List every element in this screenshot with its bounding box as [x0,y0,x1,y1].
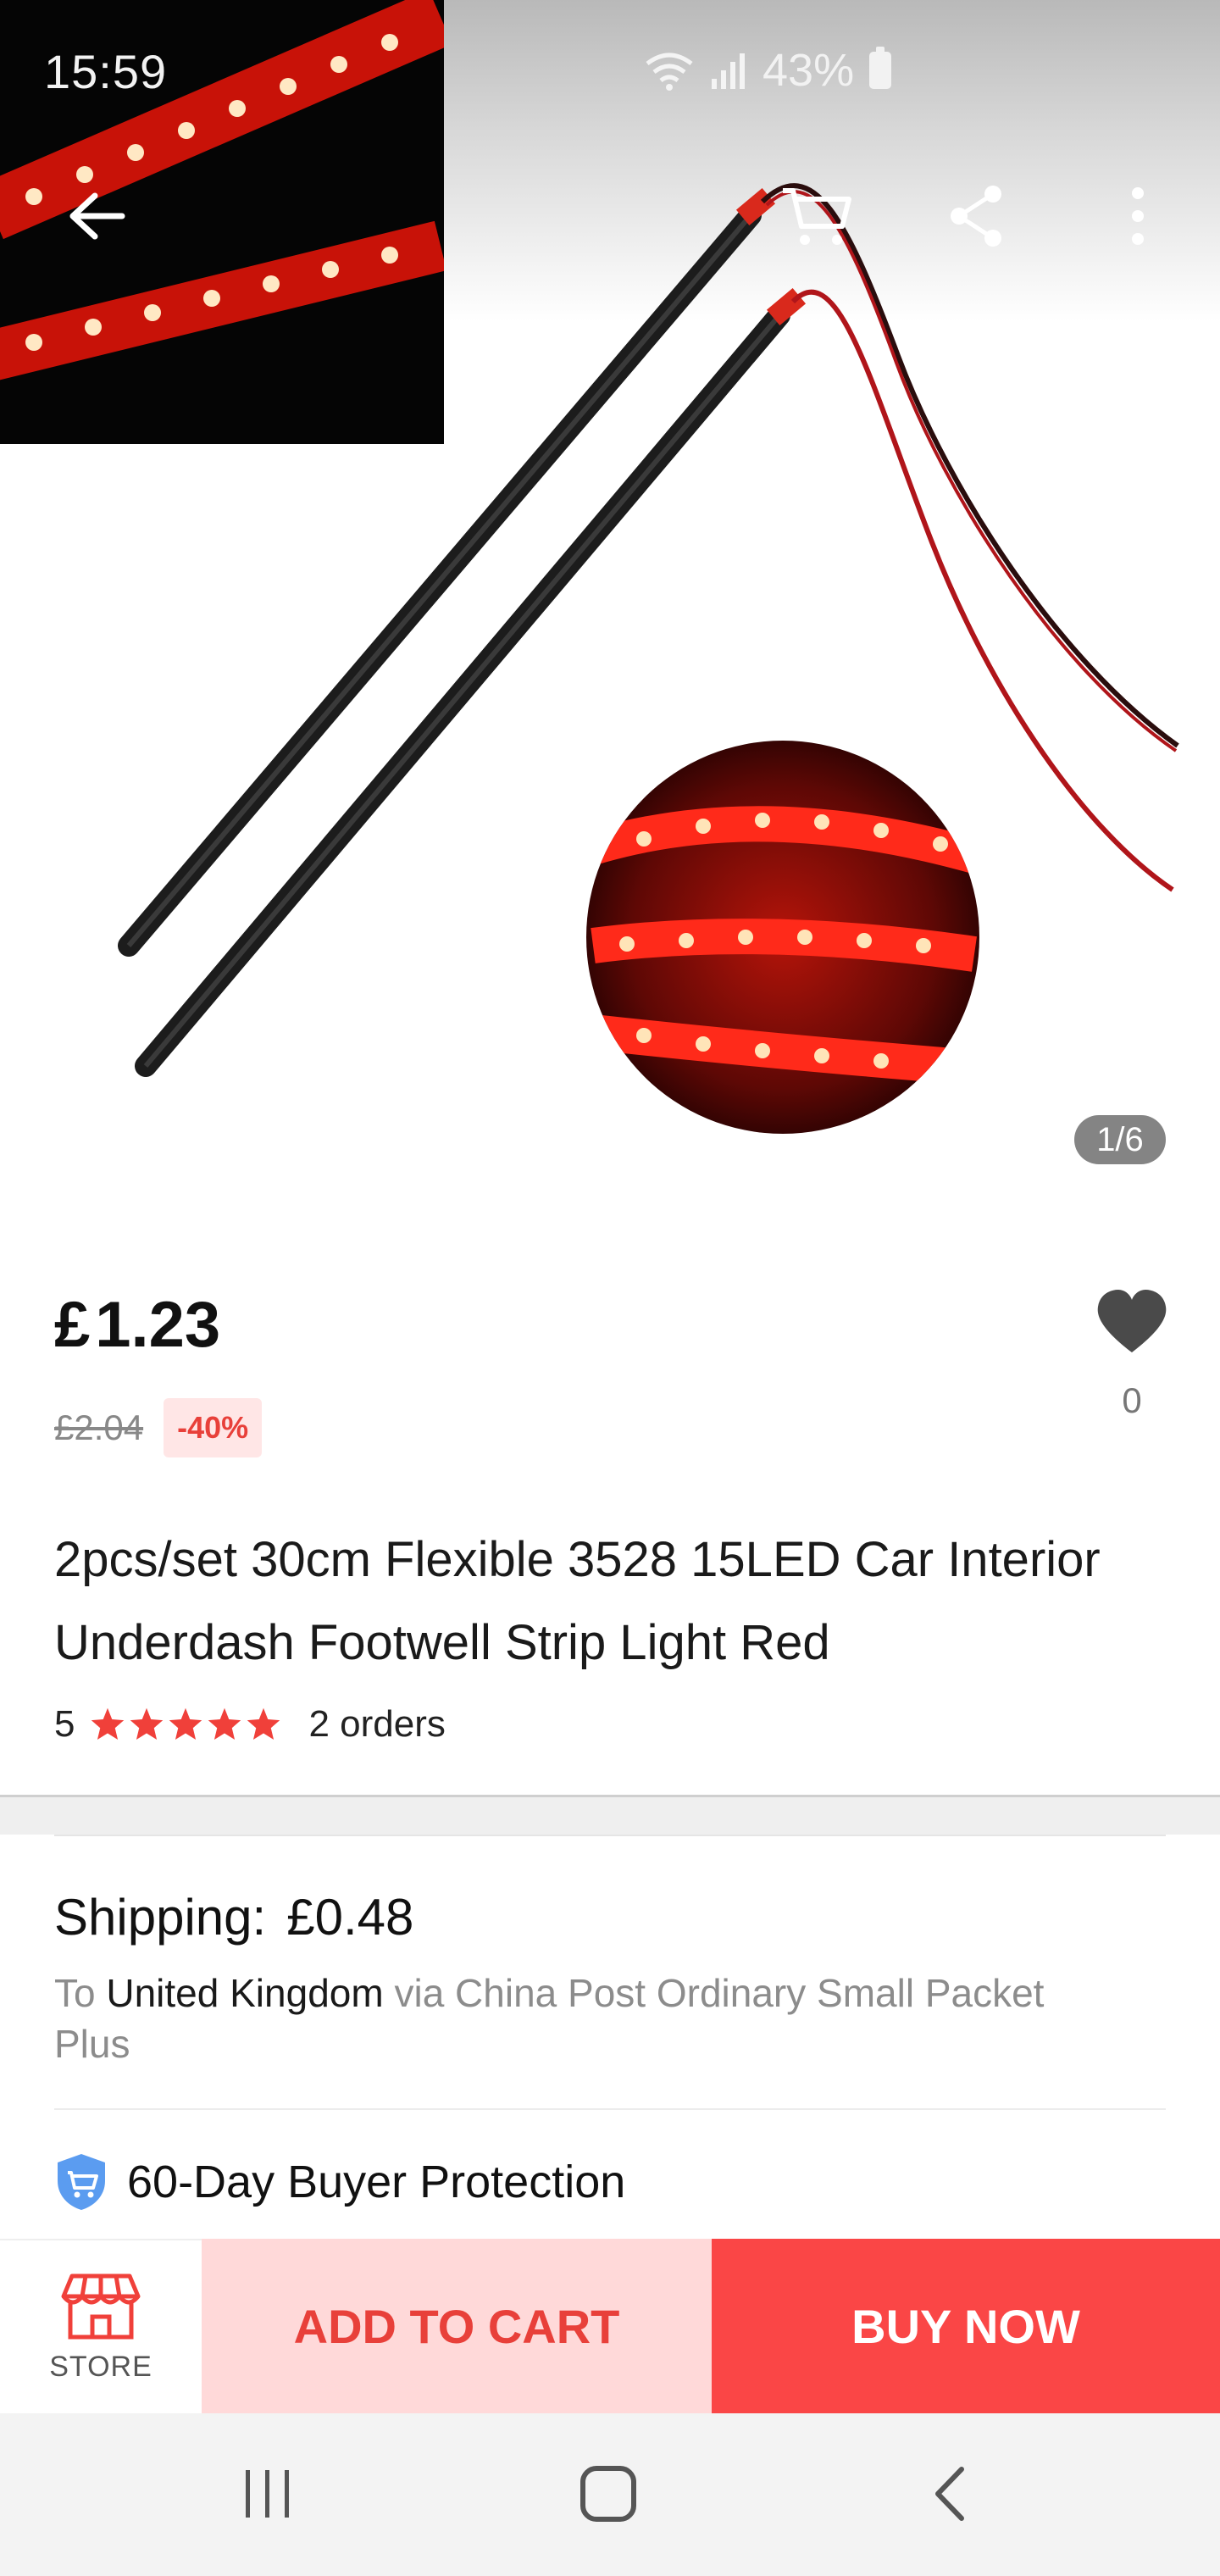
wifi-icon [646,53,693,91]
rating-row: 5 2 orders [54,1703,446,1746]
back-button[interactable] [58,178,134,254]
shipping-label: Shipping: [54,1889,267,1946]
home-icon [580,2466,636,2522]
star-icon [92,1707,125,1740]
status-bar: 15:59 43% [0,0,1220,149]
store-icon [61,2273,141,2339]
home-button[interactable] [557,2447,659,2540]
signal-icon [712,53,745,89]
back-nav-icon [935,2467,964,2521]
store-button[interactable]: STORE [0,2239,202,2413]
old-price-row: £2.04 -40% [54,1398,263,1457]
store-label: STORE [49,2350,152,2383]
buy-now-button[interactable]: BUY NOW [712,2239,1220,2413]
rating-value: 5 [54,1703,75,1745]
section-gap-line [54,1835,1166,1836]
star-icon [130,1707,164,1740]
system-back-button[interactable] [898,2447,1000,2540]
star-icon [208,1707,241,1740]
product-title: 2pcs/set 30cm Flexible 3528 15LED Car In… [54,1532,1101,1670]
share-icon [951,186,1001,247]
wishlist-button[interactable]: 0 [1091,1288,1173,1421]
battery-percent: 43% [762,45,855,96]
rating-stars [90,1707,281,1742]
orders-count[interactable]: 2 orders [308,1703,445,1746]
shipping-to-prefix: To [54,1971,96,2015]
add-to-cart-button[interactable]: ADD TO CART [202,2239,712,2413]
heart-icon [1097,1290,1167,1352]
currency-symbol: £ [54,1289,91,1361]
shipping-value: £0.48 [286,1889,414,1946]
more-options-button[interactable] [1100,178,1176,254]
shipping-separator [54,2108,1166,2110]
more-icon [1132,187,1144,245]
status-time: 15:59 [44,45,168,98]
back-arrow-icon [69,192,125,240]
recents-button[interactable] [217,2447,319,2540]
price-original: £2.04 [54,1407,144,1447]
bottom-action-bar: STORE ADD TO CART BUY NOW [0,2239,1220,2413]
product-image-gallery[interactable]: 15:59 43% 1/6 [0,0,1220,1237]
cart-icon [783,188,851,245]
share-button[interactable] [939,178,1015,254]
image-counter: 1/6 [1074,1115,1166,1164]
cart-button[interactable] [778,178,854,254]
battery-icon [869,47,892,89]
buyer-protection-row[interactable]: 60-Day Buyer Protection [54,2152,625,2212]
discount-badge: -40% [164,1398,263,1457]
shield-icon [58,2154,105,2210]
status-icons: 43% [644,44,892,97]
section-gap [0,1797,1220,1835]
recents-icon [246,2470,289,2518]
system-navigation-bar [0,2413,1220,2576]
shipping-row[interactable]: Shipping: £0.48 [54,1888,413,1946]
wishlist-count: 0 [1122,1380,1142,1420]
price-value: 1.23 [95,1289,221,1361]
star-icon [247,1707,280,1740]
star-icon [169,1707,202,1740]
buyer-protection-label: 60-Day Buyer Protection [127,2157,626,2207]
shipping-country: United Kingdom [106,1971,384,2015]
price-current: £1.23 [54,1288,220,1362]
shipping-detail[interactable]: To United Kingdom via China Post Ordinar… [54,1968,1122,2069]
